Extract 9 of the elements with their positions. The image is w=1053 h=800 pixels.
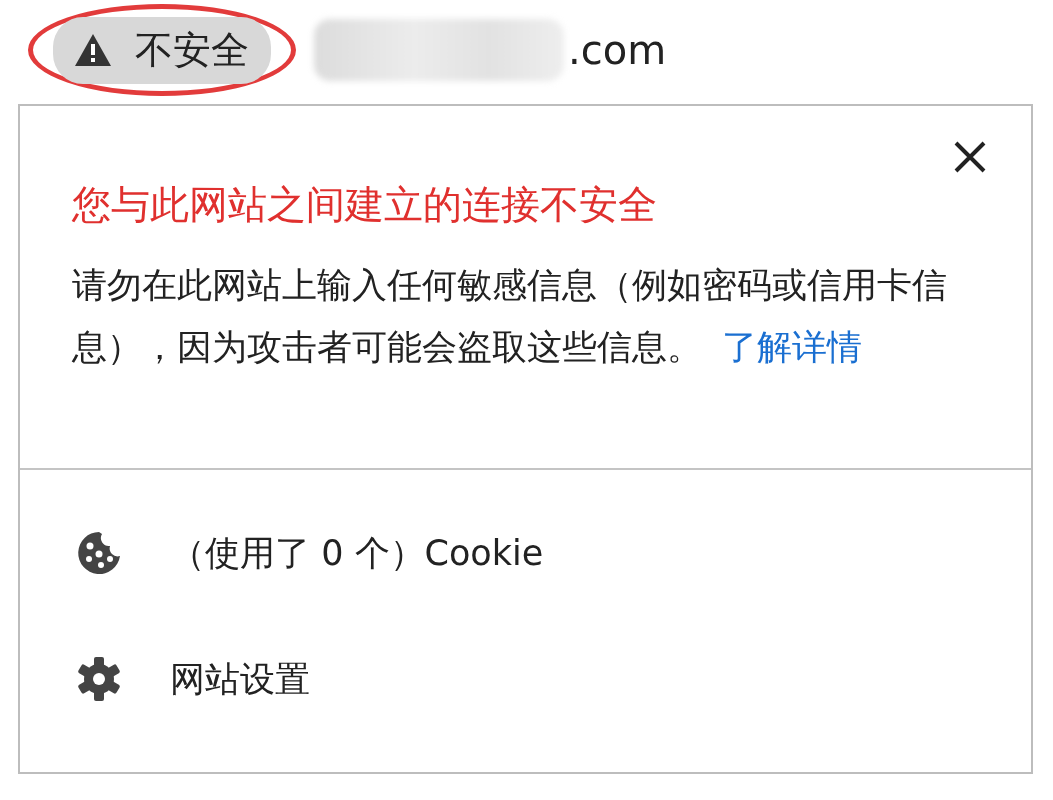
security-chip[interactable]: 不安全 bbox=[53, 16, 271, 84]
close-icon[interactable] bbox=[953, 140, 987, 174]
popup-menu-item[interactable]: （使用了 0 个）Cookie bbox=[74, 528, 1031, 578]
warning-message: 请勿在此网站上输入任何敏感信息（例如密码或信用卡信息），因为攻击者可能会盗取这些信息。 了解详情 bbox=[72, 264, 948, 369]
learn-more-link[interactable]: 了解详情 bbox=[722, 327, 862, 367]
popup-menu-item[interactable]: 网站设置 bbox=[74, 654, 1031, 704]
domain-text: .com bbox=[568, 27, 667, 73]
warning-icon bbox=[73, 32, 113, 68]
popup-title: 您与此网站之间建立的连接不安全 bbox=[72, 181, 657, 229]
